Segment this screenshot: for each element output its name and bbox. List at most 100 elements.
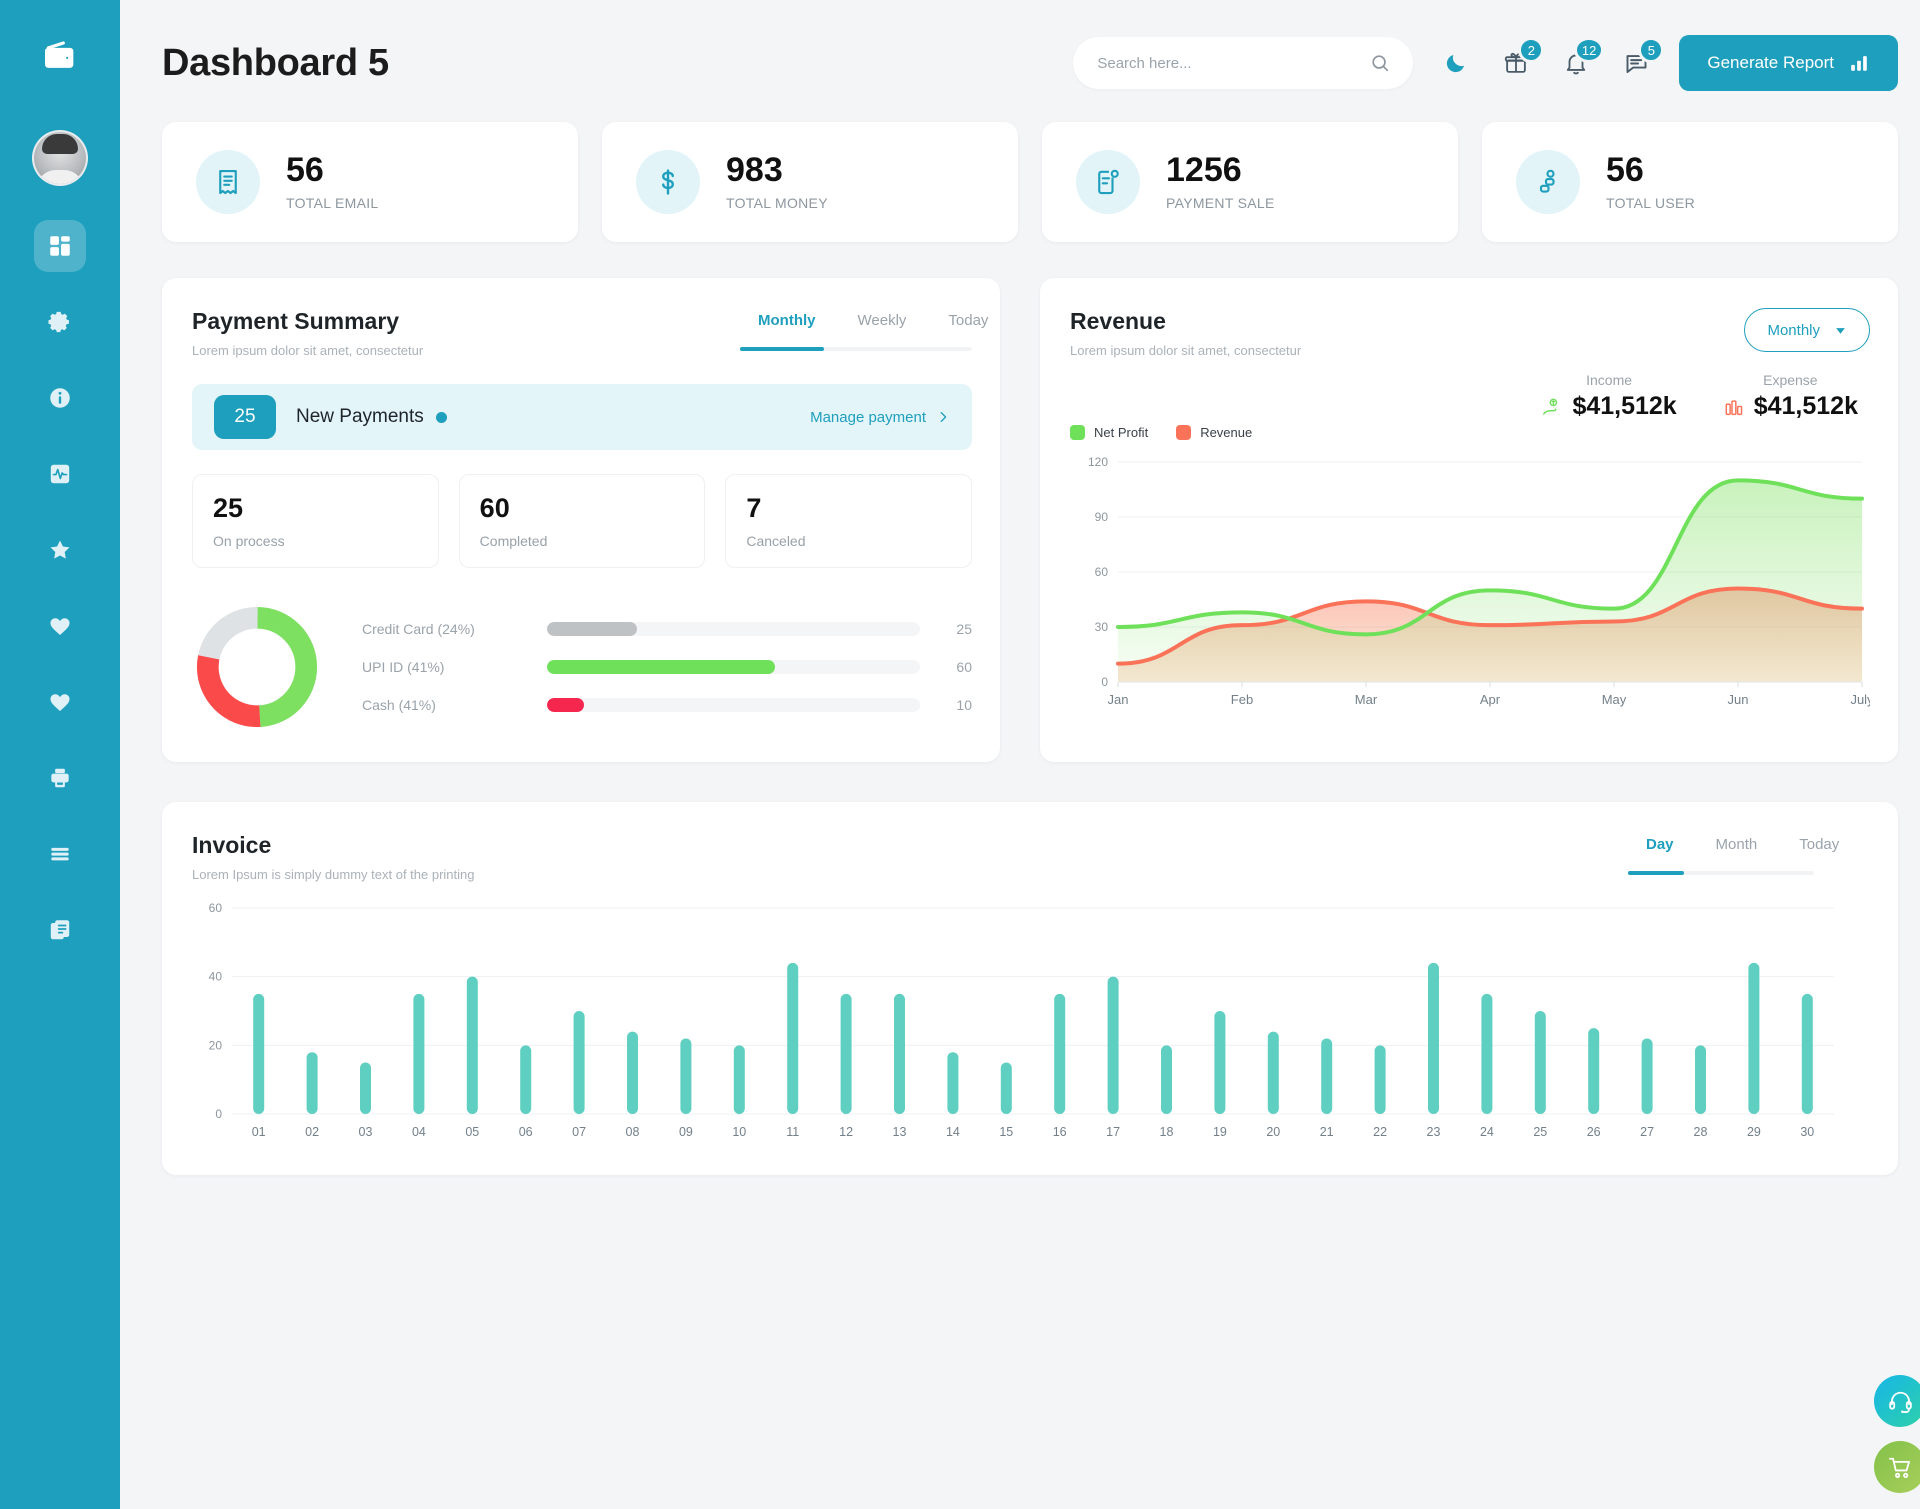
stat-icon-wrap: [196, 150, 260, 214]
tab-month[interactable]: Month: [1698, 832, 1776, 865]
payment-summary-panel: Payment Summary Lorem ipsum dolor sit am…: [162, 278, 1000, 762]
invoice-bar: [1801, 993, 1813, 1114]
users-icon: [1539, 169, 1555, 193]
floating-action-buttons: [1874, 1375, 1920, 1493]
top-bar: Dashboard 5 Search here... 2 12 5 Genera…: [162, 0, 1898, 100]
svg-text:0: 0: [1101, 675, 1108, 689]
messages-button[interactable]: 5: [1619, 37, 1665, 80]
sidebar-item-activity[interactable]: [34, 448, 86, 500]
search-input[interactable]: [1097, 54, 1360, 72]
sidebar-item-dashboard[interactable]: [34, 220, 86, 272]
sidebar-item-print[interactable]: [34, 752, 86, 804]
sidebar-item-documents[interactable]: [34, 904, 86, 956]
invoice-bar: [1214, 1011, 1226, 1114]
stat-icon-wrap: [1516, 150, 1580, 214]
payment-methods-donut-chart: [196, 606, 318, 728]
new-payments-text: New Payments: [296, 406, 424, 427]
status-card-on-process[interactable]: 25 On process: [192, 474, 439, 568]
area-fill-net-profit: [1118, 480, 1862, 682]
headset-support-icon: [1888, 1391, 1912, 1413]
invoice-bar: [1641, 1038, 1653, 1114]
stat-card[interactable]: 56 TOTAL EMAIL: [162, 122, 578, 242]
invoice-bar: [1428, 962, 1439, 1114]
svg-text:120: 120: [1088, 455, 1108, 469]
sidebar-item-settings[interactable]: [34, 296, 86, 348]
status-label: Completed: [479, 533, 548, 549]
tab-underline: [740, 347, 972, 351]
stat-icon-wrap: [1076, 150, 1140, 214]
invoice-bar: [1534, 1011, 1546, 1114]
stat-card[interactable]: 983 TOTAL MONEY: [602, 122, 1018, 242]
gift-badge: 2: [1518, 37, 1545, 63]
stat-value: 56: [286, 151, 324, 190]
manage-payment-link[interactable]: Manage payment: [810, 409, 950, 426]
svg-text:18: 18: [1160, 1125, 1174, 1139]
tab-today[interactable]: Today: [930, 308, 1006, 341]
search-icon[interactable]: [1369, 52, 1391, 74]
stat-label: PAYMENT SALE: [1166, 194, 1275, 211]
sidebar-item-favorites[interactable]: [34, 524, 86, 576]
invoice-subtitle: Lorem Ipsum is simply dummy text of the …: [192, 867, 475, 882]
payment-status-cards: 25 On process 60 Completed 7 Canceled: [192, 474, 973, 568]
search-box[interactable]: [1073, 37, 1414, 89]
top-bar-actions: 2 12 5 Generate R: [1073, 35, 1898, 91]
status-value: 7: [746, 493, 762, 523]
notifications-button[interactable]: 12: [1559, 37, 1605, 80]
method-row-cash: Cash (41%) 10: [362, 686, 972, 724]
revenue-period-dropdown[interactable]: Monthly: [1744, 308, 1870, 352]
payment-summary-tabs: Monthly Weekly Today: [740, 308, 988, 351]
revenue-header: Revenue Lorem ipsum dolor sit amet, cons…: [1070, 308, 1870, 358]
legend-net-profit: Net Profit: [1070, 425, 1148, 440]
page-title: Dashboard 5: [162, 41, 389, 84]
sidebar-item-menu[interactable]: [34, 828, 86, 880]
payment-methods-bars: Credit Card (24%) 25 UPI ID (41%) 60 Cas…: [362, 610, 972, 724]
invoice-bar: [1588, 1028, 1600, 1114]
panels-row: Payment Summary Lorem ipsum dolor sit am…: [162, 278, 1898, 762]
notifications-badge: 12: [1573, 37, 1605, 63]
invoice-bar: [680, 1038, 692, 1114]
generate-report-button[interactable]: Generate Report: [1679, 35, 1898, 91]
svg-text:July: July: [1850, 692, 1870, 707]
method-label: Cash (41%): [362, 697, 436, 713]
cart-button[interactable]: [1874, 1441, 1920, 1493]
svg-text:16: 16: [1053, 1125, 1067, 1139]
invoice-bar: [840, 993, 852, 1114]
invoice-bar: [360, 1062, 371, 1114]
method-value: 10: [956, 697, 972, 713]
stat-card[interactable]: 56 TOTAL USER: [1482, 122, 1898, 242]
sidebar-item-info[interactable]: [34, 372, 86, 424]
document-badge-icon: [1098, 169, 1119, 195]
gifts-button[interactable]: 2: [1499, 37, 1545, 80]
svg-text:29: 29: [1747, 1125, 1761, 1139]
invoice-bar: [733, 1045, 745, 1114]
svg-text:06: 06: [519, 1125, 533, 1139]
sidebar-item-wishlist[interactable]: [34, 676, 86, 728]
avatar[interactable]: [32, 130, 88, 186]
invoice-panel: Invoice Lorem Ipsum is simply dummy text…: [162, 802, 1898, 1175]
tab-weekly[interactable]: Weekly: [840, 308, 925, 341]
heart-icon: [50, 618, 70, 635]
new-payments-banner[interactable]: 25 New Payments Manage payment: [192, 384, 972, 450]
svg-text:15: 15: [999, 1125, 1013, 1139]
support-button[interactable]: [1874, 1375, 1920, 1427]
svg-text:Feb: Feb: [1231, 692, 1253, 707]
status-card-canceled[interactable]: 7 Canceled: [725, 474, 973, 568]
revenue-expense: Expense $41,512k: [1723, 372, 1858, 421]
app-logo[interactable]: [25, 22, 95, 92]
dark-mode-toggle[interactable]: [1439, 46, 1473, 80]
svg-text:12: 12: [839, 1125, 853, 1139]
moon-icon: [1447, 55, 1465, 73]
status-dot-icon: [435, 411, 447, 423]
stat-card[interactable]: 1256 PAYMENT SALE: [1042, 122, 1458, 242]
invoice-bar: [1748, 962, 1760, 1114]
tab-monthly[interactable]: Monthly: [740, 308, 834, 341]
status-label: Canceled: [746, 533, 806, 549]
legend-swatch-icon: [1070, 425, 1085, 440]
svg-text:01: 01: [252, 1125, 266, 1139]
method-bar-fill: [547, 660, 775, 674]
tab-day[interactable]: Day: [1628, 832, 1692, 865]
status-card-completed[interactable]: 60 Completed: [458, 474, 706, 568]
invoice-bar: [306, 1052, 318, 1114]
tab-today[interactable]: Today: [1781, 832, 1857, 865]
sidebar-item-liked[interactable]: [34, 600, 86, 652]
